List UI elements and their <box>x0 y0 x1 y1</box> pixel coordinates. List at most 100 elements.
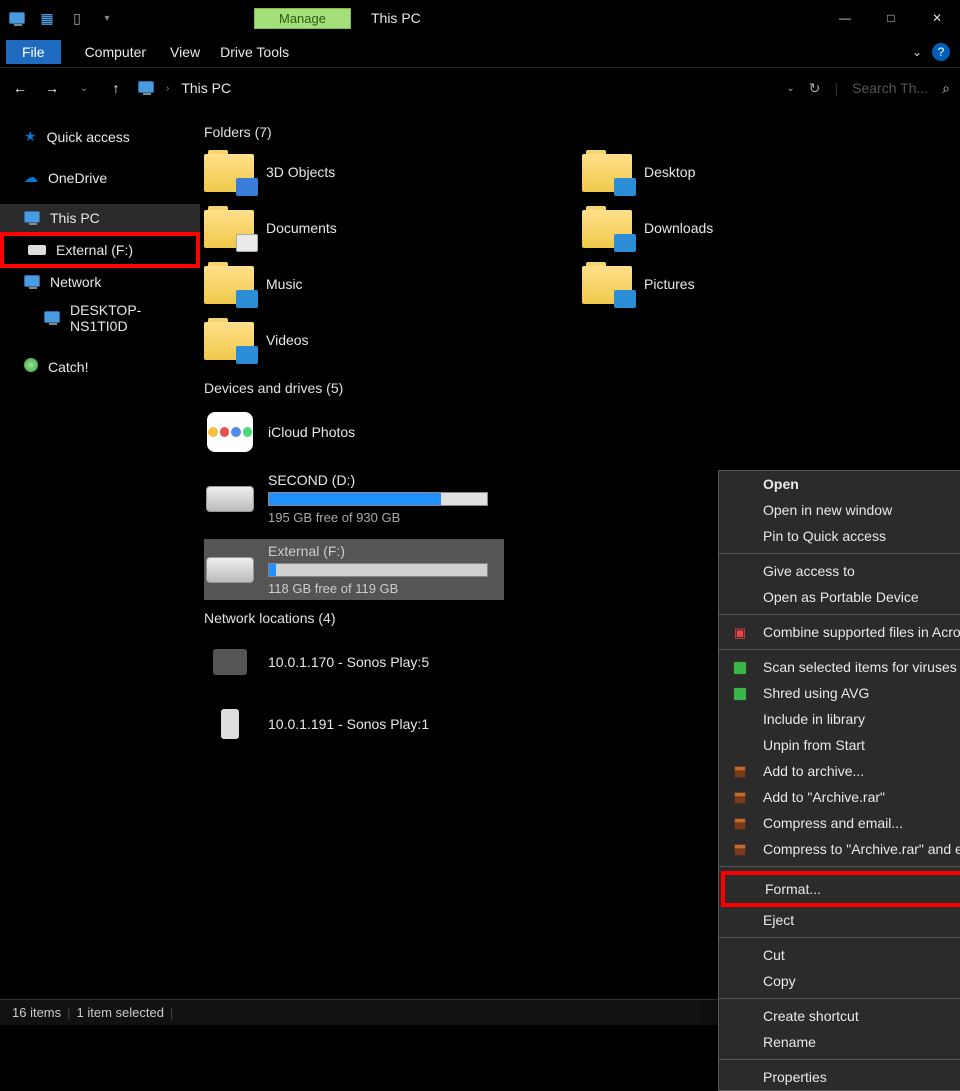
menu-item-eject[interactable]: Eject <box>719 907 960 933</box>
breadcrumb-separator-icon[interactable]: › <box>166 83 169 94</box>
breadcrumb-pc-icon[interactable] <box>138 80 154 96</box>
drive-label: External (F:) <box>268 543 488 559</box>
folder-downloads[interactable]: Downloads <box>582 206 882 250</box>
menu-item-pin-quick-access[interactable]: Pin to Quick access <box>719 523 960 549</box>
qat-new-icon[interactable]: ▯ <box>68 9 86 27</box>
section-header-folders[interactable]: Folders (7) <box>200 124 960 150</box>
computer-tab[interactable]: Computer <box>85 44 146 60</box>
network-item-sonos5[interactable]: 10.0.1.170 - Sonos Play:5 <box>204 636 504 688</box>
sidebar-item-label: DESKTOP-NS1TI0D <box>70 302 190 334</box>
network-icon <box>24 274 40 290</box>
qat-chevron-icon[interactable]: ▾ <box>98 9 116 27</box>
drive-external[interactable]: External (F:) 118 GB free of 119 GB <box>204 539 504 600</box>
drive-second[interactable]: SECOND (D:) 195 GB free of 930 GB <box>204 468 504 529</box>
device-icon <box>204 640 256 684</box>
menu-item-open[interactable]: Open <box>719 471 960 497</box>
content-area: Folders (7) 3D Objects Desktop Documents… <box>200 108 960 998</box>
app-icon <box>8 9 26 27</box>
folder-label: Desktop <box>644 164 695 180</box>
menu-item-scan-viruses[interactable]: Scan selected items for viruses <box>719 654 960 680</box>
search-icon[interactable]: ⌕ <box>942 80 950 97</box>
help-icon[interactable]: ? <box>932 43 950 61</box>
address-dropdown-icon[interactable]: ⌄ <box>786 83 794 94</box>
folder-3d-objects[interactable]: 3D Objects <box>204 150 504 194</box>
folder-label: Videos <box>266 332 309 348</box>
menu-item-format[interactable]: Format... <box>765 876 960 902</box>
menu-separator <box>719 937 960 938</box>
menu-item-create-shortcut[interactable]: Create shortcut <box>719 1003 960 1029</box>
folder-icon <box>204 150 254 194</box>
manage-tab[interactable]: Manage <box>254 8 351 29</box>
menu-item-unpin-start[interactable]: Unpin from Start <box>719 732 960 758</box>
folder-documents[interactable]: Documents <box>204 206 504 250</box>
archive-icon <box>731 815 749 833</box>
sidebar-item-quick-access[interactable]: ★ Quick access <box>0 122 200 151</box>
forward-button[interactable]: → <box>42 80 62 96</box>
folder-label: Music <box>266 276 303 292</box>
status-separator: | <box>67 1005 70 1020</box>
menu-item-cut[interactable]: Cut <box>719 942 960 968</box>
menu-item-compress-rar-email[interactable]: Compress to "Archive.rar" and email <box>719 836 960 862</box>
sidebar-item-external[interactable]: External (F:) <box>4 236 196 264</box>
ribbon-tabs: File Computer View Drive Tools ⌄ ? <box>0 36 960 68</box>
menu-item-open-portable[interactable]: Open as Portable Device <box>719 584 960 610</box>
network-item-label: 10.0.1.191 - Sonos Play:1 <box>268 716 429 732</box>
sidebar: ★ Quick access ☁ OneDrive This PC Extern… <box>0 108 200 998</box>
sidebar-item-catch[interactable]: Catch! <box>0 352 200 381</box>
window-title: This PC <box>371 10 421 26</box>
menu-item-compress-email[interactable]: Compress and email... <box>719 810 960 836</box>
folder-videos[interactable]: Videos <box>204 318 504 362</box>
globe-icon <box>24 358 38 375</box>
menu-item-combine-acrobat[interactable]: ▣Combine supported files in Acrobat... <box>719 619 960 645</box>
menu-item-include-library[interactable]: Include in library› <box>719 706 960 732</box>
folder-icon <box>204 262 254 306</box>
back-button[interactable]: ← <box>10 80 30 96</box>
sidebar-item-label: Network <box>50 274 101 290</box>
drive-tools-tab[interactable]: Drive Tools <box>220 44 289 60</box>
maximize-button[interactable]: □ <box>868 0 914 36</box>
menu-item-properties[interactable]: Properties <box>719 1064 960 1090</box>
view-tab[interactable]: View <box>170 44 200 60</box>
network-item-label: 10.0.1.170 - Sonos Play:5 <box>268 654 429 670</box>
menu-item-add-archive[interactable]: Add to archive... <box>719 758 960 784</box>
shred-icon <box>731 685 749 703</box>
sidebar-item-onedrive[interactable]: ☁ OneDrive <box>0 163 200 192</box>
folder-pictures[interactable]: Pictures <box>582 262 882 306</box>
section-header-drives[interactable]: Devices and drives (5) <box>200 380 960 406</box>
menu-item-add-archive-rar[interactable]: Add to "Archive.rar" <box>719 784 960 810</box>
folder-label: Documents <box>266 220 337 236</box>
folder-icon <box>204 318 254 362</box>
menu-item-open-new-window[interactable]: Open in new window <box>719 497 960 523</box>
drive-icloud-photos[interactable]: iCloud Photos <box>204 406 504 458</box>
refresh-button[interactable]: ↻ <box>809 80 821 97</box>
status-separator: | <box>170 1005 173 1020</box>
device-icon <box>204 702 256 746</box>
sidebar-item-this-pc[interactable]: This PC <box>0 204 200 232</box>
breadcrumb[interactable]: This PC <box>181 80 231 96</box>
recent-locations-icon[interactable]: ⌄ <box>74 83 94 94</box>
archive-icon <box>731 789 749 807</box>
file-tab[interactable]: File <box>6 40 61 64</box>
drive-label: SECOND (D:) <box>268 472 488 488</box>
minimize-button[interactable]: — <box>822 0 868 36</box>
folder-music[interactable]: Music <box>204 262 504 306</box>
up-button[interactable]: ↑ <box>106 80 126 96</box>
qat-properties-icon[interactable]: ▦ <box>38 9 56 27</box>
ribbon-expand-icon[interactable]: ⌄ <box>912 45 922 59</box>
network-item-sonos1[interactable]: 10.0.1.191 - Sonos Play:1 <box>204 698 504 750</box>
annotation-highlight-format: Format... <box>721 871 960 907</box>
menu-item-copy[interactable]: Copy <box>719 968 960 994</box>
menu-item-shred-avg[interactable]: Shred using AVG <box>719 680 960 706</box>
folder-desktop[interactable]: Desktop <box>582 150 882 194</box>
drive-icon <box>204 548 256 592</box>
sidebar-item-network[interactable]: Network <box>0 268 200 296</box>
menu-item-rename[interactable]: Rename <box>719 1029 960 1055</box>
sidebar-item-desktop-host[interactable]: DESKTOP-NS1TI0D <box>0 296 200 340</box>
menu-item-give-access[interactable]: Give access to› <box>719 558 960 584</box>
folder-label: Downloads <box>644 220 713 236</box>
close-button[interactable]: ✕ <box>914 0 960 36</box>
sidebar-item-label: Quick access <box>47 129 130 145</box>
menu-separator <box>719 866 960 867</box>
sidebar-item-label: This PC <box>50 210 100 226</box>
search-input[interactable]: Search Th... <box>852 80 928 96</box>
